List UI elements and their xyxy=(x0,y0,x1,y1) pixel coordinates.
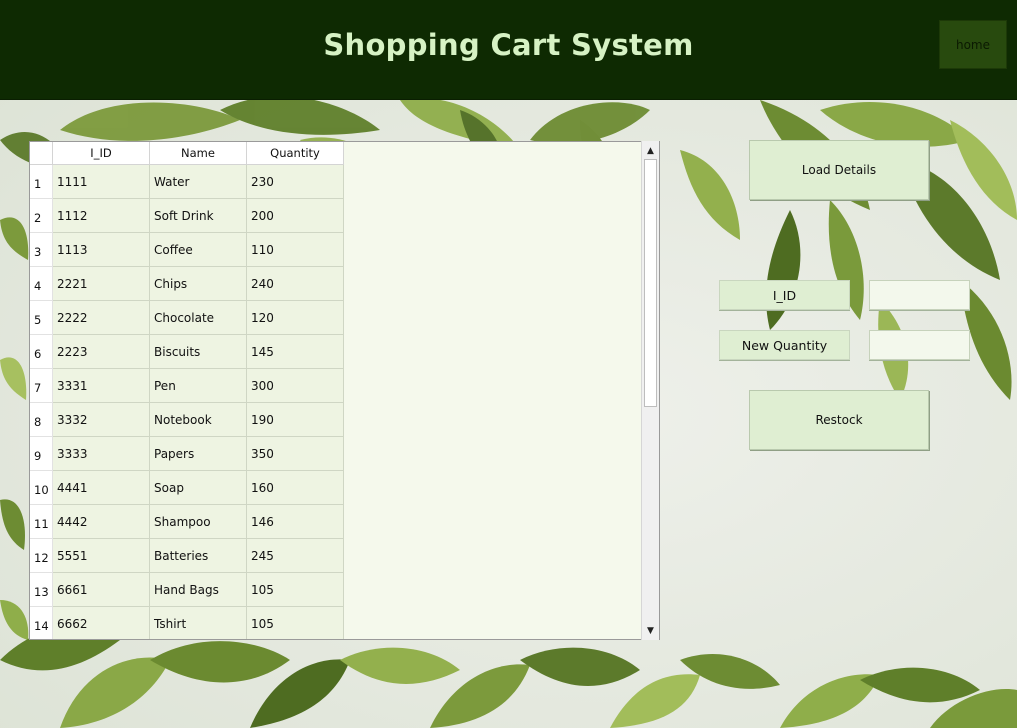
cell-name[interactable]: Papers xyxy=(149,436,247,471)
row-number: 13 xyxy=(30,572,53,607)
cell-quantity[interactable]: 146 xyxy=(246,504,344,539)
restock-button[interactable]: Restock xyxy=(749,390,929,450)
cell-quantity[interactable]: 145 xyxy=(246,334,344,369)
cell-id[interactable]: 6661 xyxy=(52,572,150,607)
table-header-row: I_ID Name Quantity xyxy=(30,142,344,165)
table-row[interactable]: 12 5551 Batteries 245 xyxy=(30,538,344,573)
load-details-button[interactable]: Load Details xyxy=(749,140,929,200)
cell-name[interactable]: Hand Bags xyxy=(149,572,247,607)
id-label: I_ID xyxy=(719,280,850,310)
cell-quantity[interactable]: 240 xyxy=(246,266,344,301)
row-number: 6 xyxy=(30,334,53,369)
cell-quantity[interactable]: 245 xyxy=(246,538,344,573)
cell-id[interactable]: 1112 xyxy=(52,198,150,233)
row-number: 10 xyxy=(30,470,53,505)
new-quantity-input[interactable] xyxy=(869,330,970,360)
cell-quantity[interactable]: 120 xyxy=(246,300,344,335)
cell-id[interactable]: 2221 xyxy=(52,266,150,301)
cell-id[interactable]: 3332 xyxy=(52,402,150,437)
cell-quantity[interactable]: 200 xyxy=(246,198,344,233)
cell-quantity[interactable]: 190 xyxy=(246,402,344,437)
scroll-up-icon[interactable]: ▲ xyxy=(642,142,659,159)
cell-quantity[interactable]: 230 xyxy=(246,164,344,199)
table-row[interactable]: 6 2223 Biscuits 145 xyxy=(30,334,344,369)
cell-name[interactable]: Soap xyxy=(149,470,247,505)
column-header-id[interactable]: I_ID xyxy=(52,142,150,165)
table-scrollbar[interactable]: ▲ ▼ xyxy=(641,141,659,640)
app-header: Shopping Cart System home xyxy=(0,0,1017,100)
cell-name[interactable]: Tshirt xyxy=(149,606,247,639)
table-row[interactable]: 5 2222 Chocolate 120 xyxy=(30,300,344,335)
table-row[interactable]: 9 3333 Papers 350 xyxy=(30,436,344,471)
cell-quantity[interactable]: 105 xyxy=(246,572,344,607)
table-row[interactable]: 4 2221 Chips 240 xyxy=(30,266,344,301)
cell-name[interactable]: Chocolate xyxy=(149,300,247,335)
cell-name[interactable]: Biscuits xyxy=(149,334,247,369)
cell-id[interactable]: 3333 xyxy=(52,436,150,471)
table-row[interactable]: 8 3332 Notebook 190 xyxy=(30,402,344,437)
cell-name[interactable]: Chips xyxy=(149,266,247,301)
cell-id[interactable]: 5551 xyxy=(52,538,150,573)
scroll-down-icon[interactable]: ▼ xyxy=(642,622,659,639)
cell-name[interactable]: Batteries xyxy=(149,538,247,573)
cell-id[interactable]: 1113 xyxy=(52,232,150,267)
cell-id[interactable]: 2223 xyxy=(52,334,150,369)
inventory-table[interactable]: I_ID Name Quantity 1 1111 Water 230 2 1112 Sof… xyxy=(29,141,660,640)
cell-quantity[interactable]: 110 xyxy=(246,232,344,267)
row-number: 12 xyxy=(30,538,53,573)
row-number: 4 xyxy=(30,266,53,301)
app-title: Shopping Cart System xyxy=(323,28,694,62)
cell-id[interactable]: 6662 xyxy=(52,606,150,639)
column-header-quantity[interactable]: Quantity xyxy=(246,142,344,165)
cell-quantity[interactable]: 350 xyxy=(246,436,344,471)
row-number: 7 xyxy=(30,368,53,403)
row-number: 3 xyxy=(30,232,53,267)
scrollbar-thumb[interactable] xyxy=(644,159,657,407)
cell-name[interactable]: Soft Drink xyxy=(149,198,247,233)
id-input[interactable] xyxy=(869,280,970,310)
row-number: 14 xyxy=(30,606,53,639)
new-quantity-label: New Quantity xyxy=(719,330,850,360)
row-number: 5 xyxy=(30,300,53,335)
table-row[interactable]: 7 3331 Pen 300 xyxy=(30,368,344,403)
cell-name[interactable]: Notebook xyxy=(149,402,247,437)
cell-name[interactable]: Shampoo xyxy=(149,504,247,539)
cell-name[interactable]: Pen xyxy=(149,368,247,403)
row-number: 9 xyxy=(30,436,53,471)
row-number: 1 xyxy=(30,164,53,199)
table-row[interactable]: 1 1111 Water 230 xyxy=(30,164,344,199)
table-row[interactable]: 11 4442 Shampoo 146 xyxy=(30,504,344,539)
table-corner xyxy=(30,142,53,165)
cell-name[interactable]: Coffee xyxy=(149,232,247,267)
cell-quantity[interactable]: 105 xyxy=(246,606,344,639)
table-row[interactable]: 10 4441 Soap 160 xyxy=(30,470,344,505)
row-number: 11 xyxy=(30,504,53,539)
cell-quantity[interactable]: 160 xyxy=(246,470,344,505)
cell-name[interactable]: Water xyxy=(149,164,247,199)
cell-quantity[interactable]: 300 xyxy=(246,368,344,403)
home-button[interactable]: home xyxy=(939,20,1007,69)
row-number: 2 xyxy=(30,198,53,233)
cell-id[interactable]: 2222 xyxy=(52,300,150,335)
cell-id[interactable]: 3331 xyxy=(52,368,150,403)
table-row[interactable]: 3 1113 Coffee 110 xyxy=(30,232,344,267)
cell-id[interactable]: 4442 xyxy=(52,504,150,539)
row-number: 8 xyxy=(30,402,53,437)
table-row[interactable]: 2 1112 Soft Drink 200 xyxy=(30,198,344,233)
cell-id[interactable]: 1111 xyxy=(52,164,150,199)
cell-id[interactable]: 4441 xyxy=(52,470,150,505)
column-header-name[interactable]: Name xyxy=(149,142,247,165)
table-row[interactable]: 13 6661 Hand Bags 105 xyxy=(30,572,344,607)
table-row[interactable]: 14 6662 Tshirt 105 xyxy=(30,606,344,639)
